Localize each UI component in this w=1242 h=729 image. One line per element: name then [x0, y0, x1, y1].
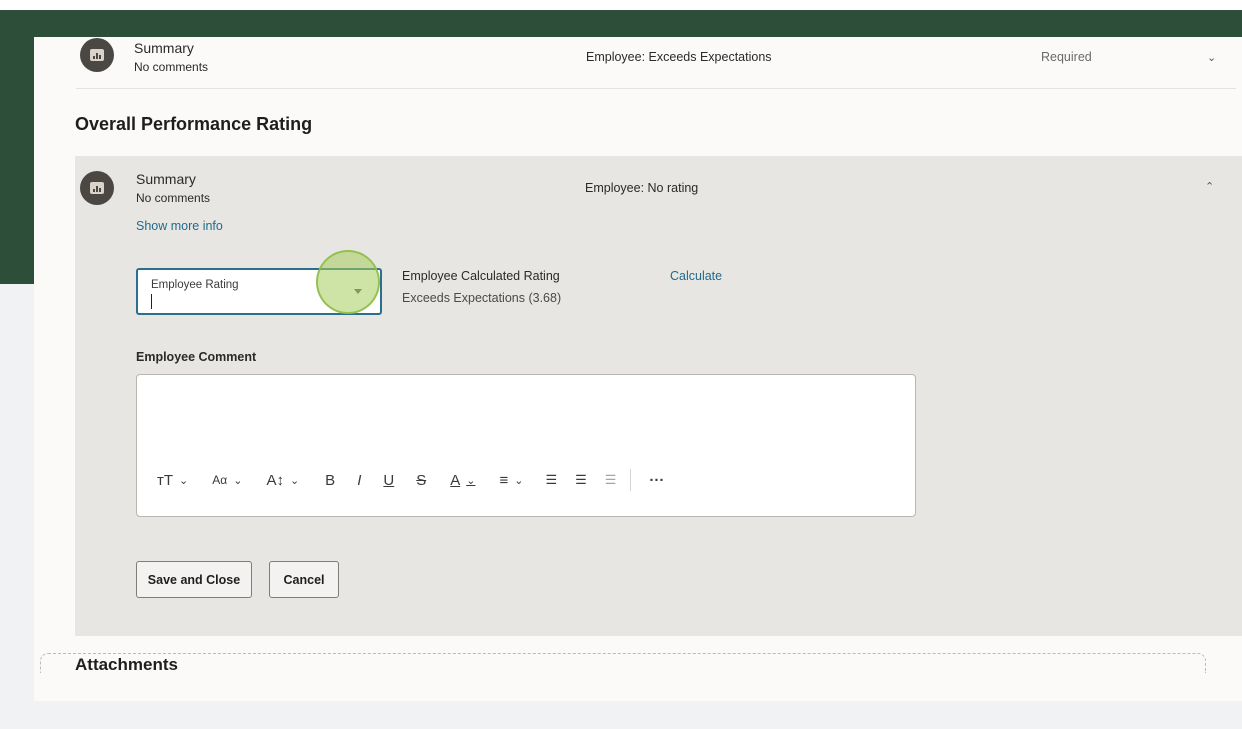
- calculate-link[interactable]: Calculate: [670, 269, 722, 283]
- chart-icon: [90, 182, 104, 194]
- goal-summary-row[interactable]: Summary No comments Employee: Exceeds Ex…: [76, 37, 1236, 89]
- chevron-up-icon[interactable]: ⌃: [1205, 180, 1214, 193]
- font-glyph: Aα: [212, 473, 228, 487]
- row-title: Summary: [134, 40, 194, 56]
- align-icon[interactable]: ≡ ⌄: [499, 469, 523, 491]
- align-glyph: ≡: [499, 471, 509, 489]
- bullets-glyph: ☰: [545, 472, 558, 487]
- show-more-info-link[interactable]: Show more info: [136, 219, 223, 233]
- chevron-down-icon: ⌄: [233, 474, 243, 487]
- more-glyph: ···: [649, 471, 665, 489]
- employee-rating-select[interactable]: Employee Rating: [136, 268, 382, 315]
- bulleted-list-icon[interactable]: ☰: [545, 469, 557, 491]
- line-height-glyph: A↕: [266, 471, 284, 489]
- dropdown-arrow-icon[interactable]: [354, 289, 362, 294]
- line-height-icon[interactable]: A↕ ⌄: [266, 469, 299, 491]
- evaluation-content: Summary No comments Employee: Exceeds Ex…: [34, 37, 1242, 701]
- numbered-list-icon[interactable]: ☰: [575, 469, 587, 491]
- avatar: [80, 171, 114, 205]
- font-family-icon[interactable]: Aα ⌄: [212, 469, 242, 491]
- employee-comment-editor[interactable]: ᴛT ⌄ Aα ⌄ A↕ ⌄ B I U S A ⌄ ≡ ⌄ ☰ ☰ ☰ ···: [136, 374, 916, 517]
- chevron-down-icon: ⌄: [466, 474, 476, 487]
- text-size-glyph: ᴛT: [157, 471, 174, 489]
- avatar: [80, 38, 114, 72]
- panel-title: Summary: [136, 171, 196, 187]
- row-comments: No comments: [134, 60, 209, 74]
- top-edge: [0, 0, 1242, 10]
- underline-icon[interactable]: U: [383, 469, 394, 491]
- strike-glyph: S: [416, 471, 427, 489]
- italic-glyph: I: [357, 471, 362, 489]
- underline-glyph: U: [383, 471, 395, 489]
- row-rating: Employee: Exceeds Expectations: [586, 50, 772, 64]
- bold-glyph: B: [325, 471, 336, 489]
- chevron-down-icon: ⌄: [514, 474, 524, 487]
- attachments-drop-zone[interactable]: [40, 653, 1206, 673]
- italic-icon[interactable]: I: [357, 469, 361, 491]
- outdent-glyph: ☰: [604, 472, 617, 487]
- overall-rating-heading: Overall Performance Rating: [75, 114, 313, 134]
- more-options-icon[interactable]: ···: [649, 469, 664, 491]
- outdent-icon[interactable]: ☰: [605, 469, 617, 491]
- panel-rating: Employee: No rating: [585, 181, 699, 195]
- screen: Summary No comments Employee: Exceeds Ex…: [0, 0, 1242, 729]
- text-size-icon[interactable]: ᴛT ⌄: [157, 469, 188, 491]
- panel-comments: No comments: [136, 191, 211, 205]
- bold-icon[interactable]: B: [325, 469, 335, 491]
- required-badge: Required: [1041, 50, 1092, 64]
- text-cursor: [151, 294, 152, 309]
- strikethrough-icon[interactable]: S: [416, 469, 426, 491]
- employee-rating-label: Employee Rating: [151, 279, 239, 291]
- save-and-close-button[interactable]: Save and Close: [136, 561, 252, 598]
- toolbar-divider: [630, 469, 632, 491]
- numbers-glyph: ☰: [575, 472, 587, 487]
- cancel-button[interactable]: Cancel: [269, 561, 339, 598]
- editor-toolbar: ᴛT ⌄ Aα ⌄ A↕ ⌄ B I U S A ⌄ ≡ ⌄ ☰ ☰ ☰ ···: [157, 469, 664, 491]
- color-glyph: A: [450, 471, 461, 489]
- overall-rating-panel: Summary No comments Employee: No rating …: [75, 156, 1242, 636]
- chevron-down-icon: ⌄: [289, 474, 300, 487]
- bottom-strip: [0, 701, 1242, 729]
- chevron-down-icon[interactable]: ⌄: [1207, 51, 1216, 64]
- calculated-rating-label: Employee Calculated Rating: [402, 269, 560, 283]
- chevron-down-icon: ⌄: [179, 474, 189, 487]
- employee-comment-label: Employee Comment: [136, 350, 257, 364]
- calculated-rating-value: Exceeds Expectations (3.68): [402, 291, 562, 305]
- text-color-icon[interactable]: A ⌄: [450, 469, 475, 491]
- chart-icon: [90, 49, 104, 61]
